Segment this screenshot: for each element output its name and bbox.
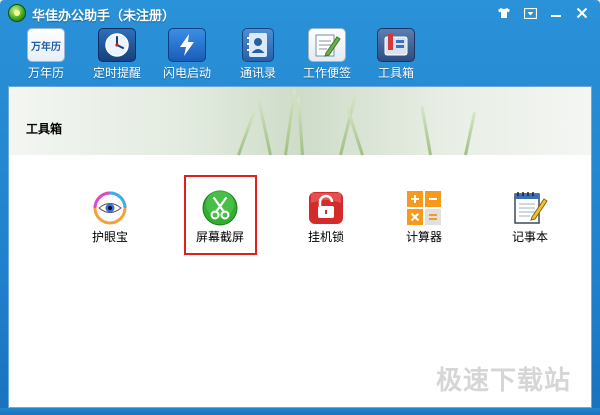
close-icon bbox=[576, 7, 588, 19]
toolbox-panel: 工具箱 护眼宝 屏幕截屏 挂机锁 计算器 记事本 极速下载站 bbox=[8, 86, 592, 408]
toolbar-item-label: 定时提醒 bbox=[92, 66, 141, 80]
toolbar-item-label: 万年历 bbox=[27, 66, 64, 80]
title-bar[interactable]: 华佳办公助手（未注册） bbox=[0, 0, 600, 26]
app-calculator[interactable]: 计算器 bbox=[389, 191, 459, 245]
menu-icon bbox=[523, 7, 537, 19]
site-watermark: 极速下载站 bbox=[435, 366, 571, 396]
toolbar-item-label: 通讯录 bbox=[239, 66, 276, 80]
eye-icon bbox=[92, 191, 128, 225]
toolbar-item-calendar[interactable]: 万年历 万年历 bbox=[24, 28, 68, 84]
app-eye-protect[interactable]: 护眼宝 bbox=[75, 191, 145, 245]
app-label: 记事本 bbox=[511, 230, 548, 244]
lightning-icon bbox=[168, 28, 206, 62]
minimize-icon bbox=[551, 15, 561, 17]
skin-button[interactable] bbox=[492, 3, 516, 23]
lock-icon bbox=[308, 191, 344, 225]
window-controls bbox=[492, 3, 594, 23]
toolbar-item-work-notes[interactable]: 工作便签 bbox=[302, 28, 352, 84]
close-button[interactable] bbox=[570, 3, 594, 23]
toolbar-item-toolbox[interactable]: 工具箱 bbox=[374, 28, 418, 84]
menu-button[interactable] bbox=[518, 3, 542, 23]
app-label: 护眼宝 bbox=[91, 230, 128, 244]
contacts-icon bbox=[242, 28, 274, 62]
calculator-icon bbox=[406, 191, 442, 225]
notebook-icon bbox=[512, 191, 548, 225]
notepad-icon bbox=[308, 28, 346, 62]
app-label: 计算器 bbox=[405, 230, 442, 244]
app-notebook[interactable]: 记事本 bbox=[495, 191, 565, 245]
toolbar-item-label: 工具箱 bbox=[377, 66, 414, 80]
toolbar-item-contacts[interactable]: 通讯录 bbox=[236, 28, 280, 84]
app-label: 挂机锁 bbox=[307, 230, 344, 244]
toolbar-item-label: 闪电启动 bbox=[162, 66, 211, 80]
minimize-button[interactable] bbox=[544, 3, 568, 23]
main-toolbar: 万年历 万年历 定时提醒 闪电启动 通讯录 工作便签 工具箱 bbox=[0, 28, 600, 84]
selection-highlight-box bbox=[184, 175, 257, 255]
app-idle-lock[interactable]: 挂机锁 bbox=[291, 191, 361, 245]
section-title: 工具箱 bbox=[26, 122, 63, 136]
banner-grass-background bbox=[9, 87, 591, 156]
app-window: 华佳办公助手（未注册） 万年历 万年历 定时提醒 闪电启动 通讯录 工作便签 工… bbox=[0, 0, 600, 415]
skin-icon bbox=[498, 8, 510, 18]
window-title: 华佳办公助手（未注册） bbox=[32, 9, 176, 24]
window-bottom-border bbox=[0, 408, 600, 415]
toolbar-item-reminder[interactable]: 定时提醒 bbox=[92, 28, 142, 84]
calendar-icon-text: 万年历 bbox=[31, 41, 61, 53]
app-logo-icon bbox=[8, 4, 26, 22]
calendar-icon: 万年历 bbox=[27, 28, 65, 62]
toolbar-item-quick-launch[interactable]: 闪电启动 bbox=[162, 28, 212, 84]
toolbox-icon bbox=[377, 28, 415, 62]
clock-icon bbox=[98, 28, 136, 62]
toolbar-item-label: 工作便签 bbox=[302, 66, 351, 80]
